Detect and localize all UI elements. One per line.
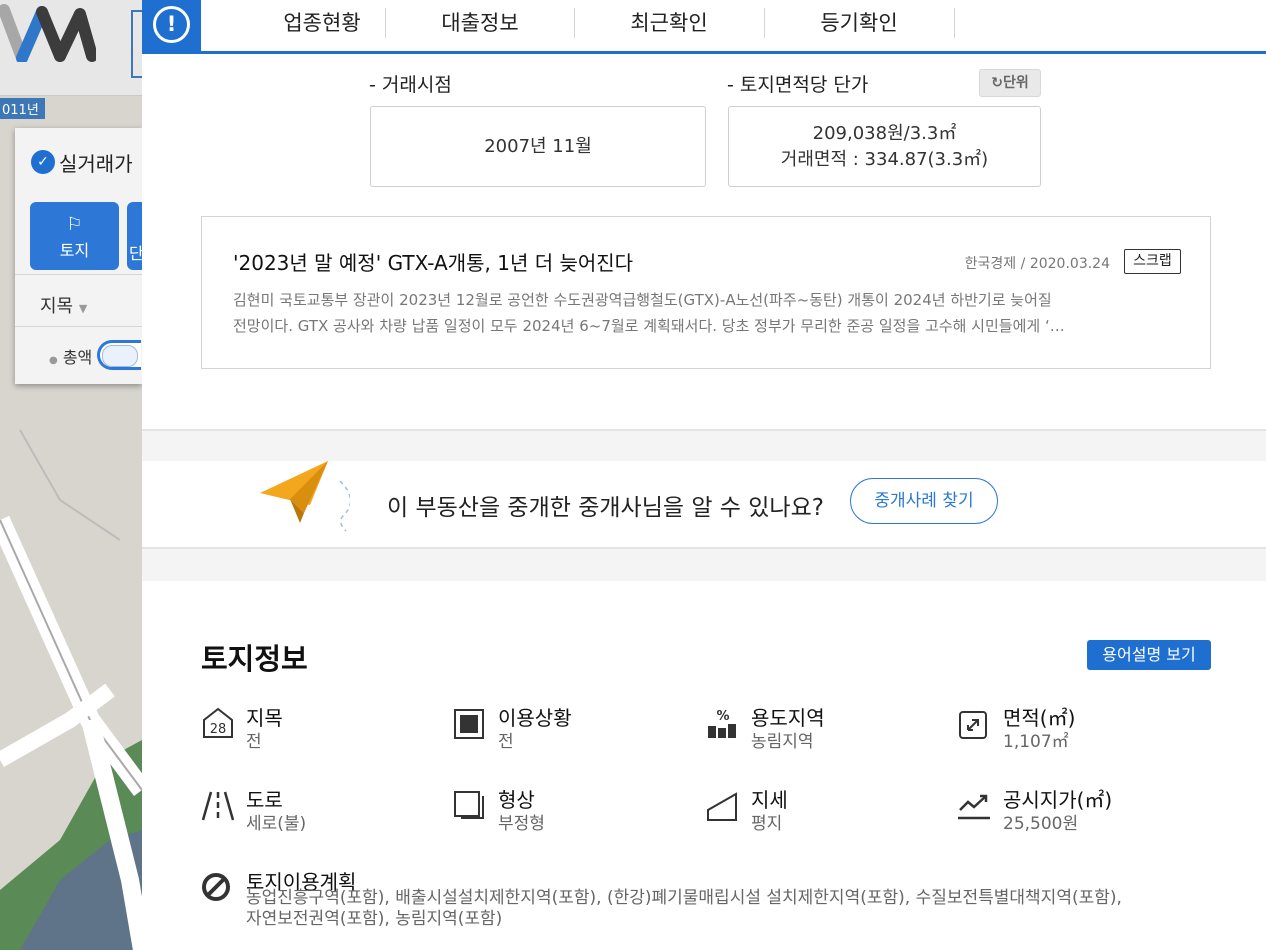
property-detail-sheet: ! 업종현황 대출정보 최근확인 등기확인 - 거래시점 - 토지면적당 단가 … [142, 0, 1266, 950]
glossary-button[interactable]: 용어설명 보기 [1087, 640, 1211, 670]
land-use-plan-text: 농업진흥구역(포함), 배출시설설치제한지역(포함), (한강)폐기물매립시설 … [246, 888, 1122, 929]
real-price-panel: ✓ 실거래가 ⚐ 토지 단 지목 ▼ ● 총액 [15, 128, 147, 384]
info-value: 전 [498, 732, 514, 752]
jimok-badge: 28 [210, 722, 227, 737]
map-frame [131, 10, 142, 78]
scrap-button[interactable]: 스크랩 [1124, 249, 1181, 274]
bullet-icon: ● [49, 355, 58, 366]
info-value: 전 [246, 732, 262, 752]
alert-button[interactable]: ! [142, 0, 201, 52]
news-card[interactable]: '2023년 말 예정' GTX-A개통, 1년 더 늦어진다 한국경제 / 2… [201, 216, 1211, 369]
unit-price-value: 209,038원/3.3㎡ [812, 123, 957, 144]
jimok-dropdown[interactable]: 지목 ▼ [40, 292, 87, 318]
map-header [0, 0, 142, 96]
land-info-title: 토지정보 [201, 642, 308, 676]
unit-toggle-button[interactable]: ↻단위 [979, 69, 1041, 97]
tab-registry-check[interactable]: 등기확인 [764, 8, 954, 38]
unit-price-box: 209,038원/3.3㎡ 거래면적 : 334.87(3.3㎡) [728, 106, 1041, 187]
info-value: 평지 [751, 814, 783, 834]
news-date: 2020.03.24 [1029, 256, 1110, 272]
percent-chart-icon: % [708, 709, 736, 738]
panel-title: 실거래가 [59, 152, 133, 176]
tab-recent-check[interactable]: 최근확인 [574, 8, 764, 38]
news-title[interactable]: '2023년 말 예정' GTX-A개통, 1년 더 늦어진다 [233, 247, 633, 276]
trend-up-icon [958, 794, 990, 820]
divider [15, 326, 142, 327]
tab-divider [954, 8, 955, 38]
land-filter-button[interactable]: ⚐ 토지 [30, 202, 119, 270]
find-broker-button[interactable]: 중개사례 찾기 [850, 478, 998, 524]
paper-plane-icon [260, 461, 350, 532]
total-label: 총액 [62, 348, 93, 367]
info-value: 부정형 [498, 814, 545, 834]
transaction-time-value: 2007년 11월 [484, 136, 592, 157]
year-tag: 011년 [0, 98, 45, 119]
house-number-icon: 28 [203, 707, 233, 738]
check-icon[interactable]: ✓ [31, 150, 55, 174]
news-summary: 김현미 국토교통부 장관이 2023년 12월로 공언한 수도권광역급행철도(G… [233, 291, 1065, 335]
divider [15, 274, 142, 275]
info-value: 25,500원 [1003, 814, 1079, 834]
unit-price-label: - 토지면적당 단가 [727, 74, 869, 96]
caret-down-icon: ▼ [78, 302, 88, 315]
flag-icon: ⚐ [66, 214, 83, 235]
usage-square-icon [454, 709, 484, 739]
info-value: 1,107㎡ [1003, 732, 1069, 752]
tab-bar: ! 업종현황 대출정보 최근확인 등기확인 [142, 0, 1266, 54]
svg-text:%: % [716, 709, 729, 724]
broker-question: 이 부동산을 중개한 중개사님을 알 수 있나요? [387, 495, 824, 521]
prohibited-icon [202, 873, 230, 901]
tab-loan-info[interactable]: 대출정보 [385, 8, 575, 38]
news-source: 한국경제 [964, 256, 1017, 272]
logo-icon [0, 4, 96, 62]
expand-icon [959, 711, 987, 739]
transaction-time-box: 2007년 11월 [370, 106, 706, 187]
info-value: 농림지역 [751, 732, 814, 752]
refresh-icon: ↻ [991, 75, 1003, 91]
gray-spacer [142, 431, 1266, 461]
slope-icon [707, 792, 737, 821]
trade-area-value: 거래면적 : 334.87(3.3㎡) [780, 149, 989, 170]
transaction-time-label: - 거래시점 [369, 74, 452, 96]
jimok-dropdown-label: 지목 [40, 296, 74, 317]
gray-spacer [142, 549, 1266, 581]
total-toggle[interactable] [97, 340, 141, 370]
shape-icon [454, 791, 484, 819]
total-radio[interactable]: ● 총액 [49, 344, 92, 368]
info-value: 세로(불) [246, 814, 307, 834]
news-meta: 한국경제 / 2020.03.24 [964, 256, 1110, 272]
land-filter-label: 토지 [59, 241, 90, 260]
road-icon [201, 791, 235, 821]
alert-icon: ! [153, 6, 190, 43]
